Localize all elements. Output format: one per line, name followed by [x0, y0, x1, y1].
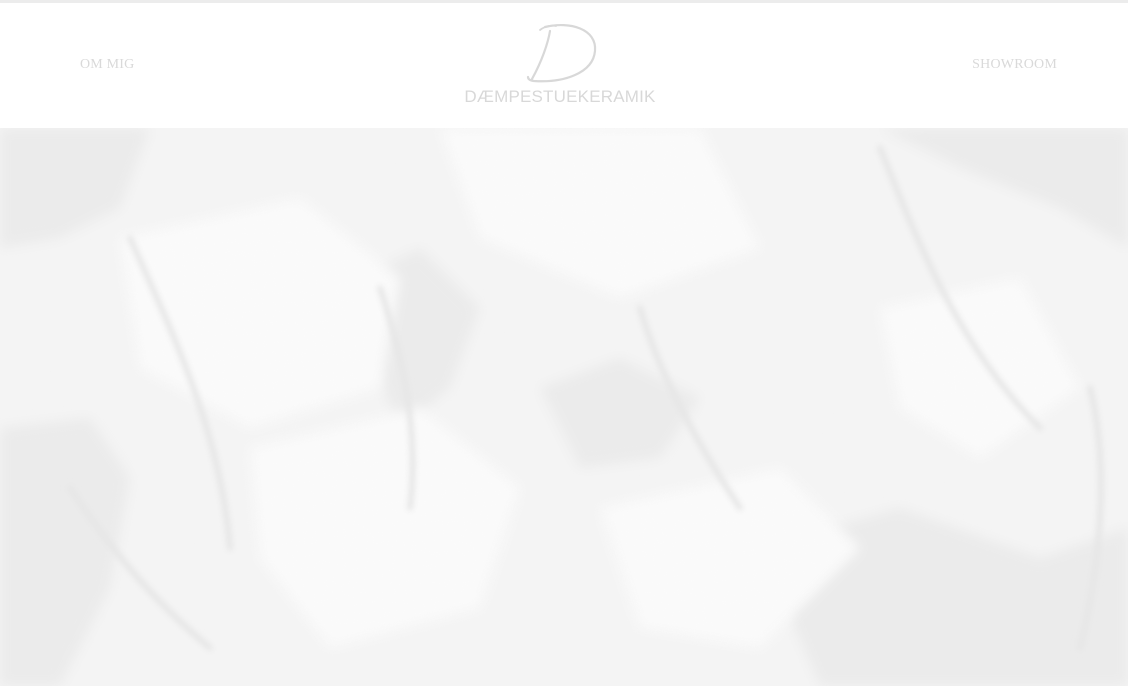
nav-link-showroom[interactable]: SHOWROOM — [972, 57, 1057, 73]
site-logo[interactable]: DÆMPESTUEKERAMIK — [452, 17, 668, 107]
nav-link-om-mig[interactable]: OM MIG — [80, 57, 134, 73]
ceramic-texture-image — [0, 128, 1128, 686]
site-header: OM MIG DÆMPESTUEKERAMIK SHOWROOM — [0, 3, 1128, 128]
hero-image — [0, 128, 1128, 686]
logo-monogram-d-icon — [526, 23, 597, 83]
logo-wordmark: DÆMPESTUEKERAMIK — [464, 87, 656, 106]
